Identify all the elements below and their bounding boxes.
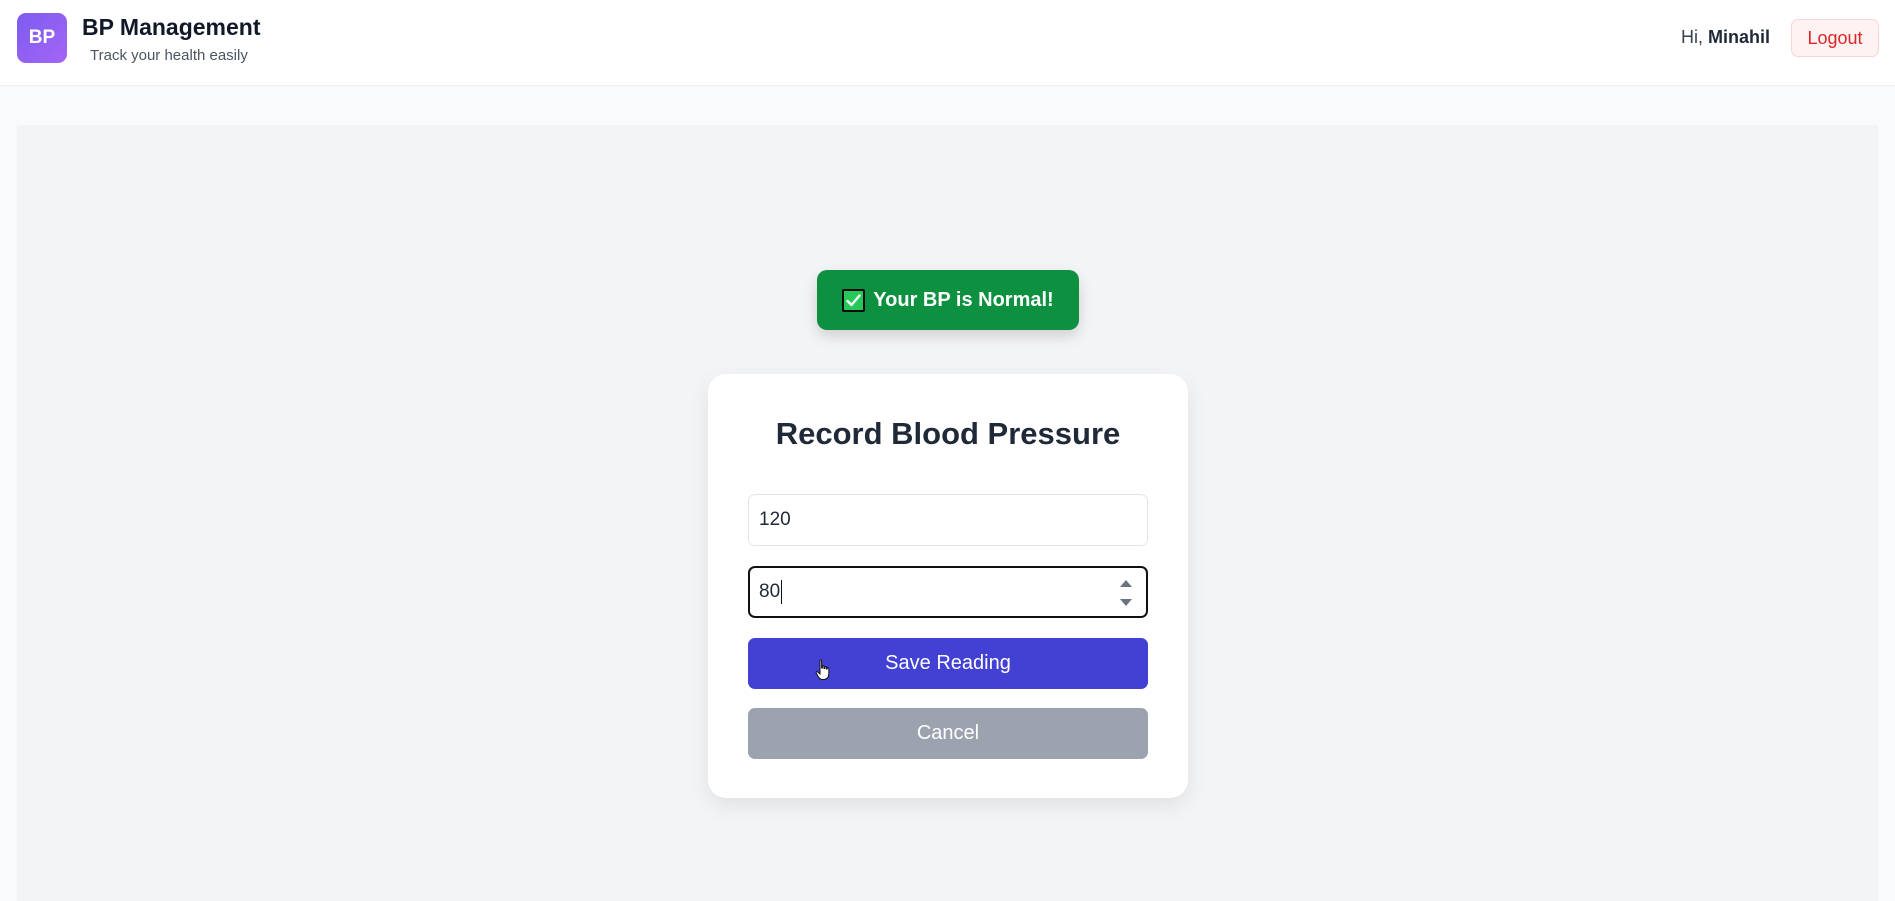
text-caret bbox=[781, 580, 783, 604]
number-spinner[interactable] bbox=[1118, 578, 1134, 608]
systolic-input[interactable]: 120 bbox=[748, 494, 1148, 546]
systolic-value: 120 bbox=[759, 509, 791, 530]
app-logo: BP bbox=[17, 13, 67, 63]
username: Minahil bbox=[1708, 27, 1770, 47]
app-subtitle: Track your health easily bbox=[90, 47, 248, 64]
app-header: BP BP Management Track your health easil… bbox=[0, 0, 1895, 86]
diastolic-input[interactable]: 80 bbox=[748, 566, 1148, 618]
logout-button[interactable]: Logout bbox=[1791, 19, 1879, 57]
greeting-prefix: Hi, bbox=[1681, 27, 1708, 47]
save-reading-button[interactable]: Save Reading bbox=[748, 638, 1148, 689]
hand-cursor-icon bbox=[815, 659, 830, 680]
record-bp-card: Record Blood Pressure 120 80 Save Readin… bbox=[708, 374, 1188, 798]
app-title: BP Management bbox=[82, 14, 261, 40]
user-greeting: Hi, Minahil bbox=[1681, 27, 1770, 48]
card-title: Record Blood Pressure bbox=[775, 416, 1121, 451]
spin-down-icon[interactable] bbox=[1120, 599, 1132, 606]
toast-message: Your BP is Normal! bbox=[873, 288, 1054, 311]
status-toast: Your BP is Normal! bbox=[817, 270, 1079, 330]
check-icon bbox=[842, 288, 866, 312]
spin-up-icon[interactable] bbox=[1120, 580, 1132, 587]
diastolic-value: 80 bbox=[759, 581, 781, 602]
cancel-button[interactable]: Cancel bbox=[748, 708, 1148, 759]
